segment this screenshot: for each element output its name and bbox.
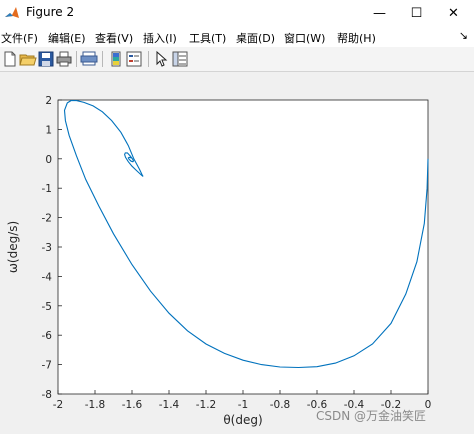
toolbar-separator <box>76 51 77 67</box>
minimize-button[interactable]: — <box>361 0 398 27</box>
new-file-icon[interactable] <box>1 50 19 68</box>
phase-plot: -2 -1.8 -1.6 -1.4 -1.2 -1 -0.8 -0.6 -0.4 -0.2 0 21… <box>6 95 431 427</box>
menu-file[interactable]: 文件(F) <box>1 30 38 46</box>
close-button[interactable]: ✕ <box>435 0 472 27</box>
menu-tools[interactable]: 工具(T) <box>189 30 226 46</box>
edit-plot-arrow-icon[interactable] <box>153 50 171 68</box>
menu-help[interactable]: 帮助(H) <box>337 30 376 46</box>
toolbar-separator <box>102 51 103 67</box>
menu-bar: 文件(F) 编辑(E) 查看(V) 插入(I) 工具(T) 桌面(D) 窗口(W… <box>0 27 474 47</box>
y-tick-label: 2 <box>45 95 52 107</box>
y-tick-label: -3 <box>42 242 52 254</box>
y-axis-label: ω(deg/s) <box>6 221 20 273</box>
menu-edit[interactable]: 编辑(E) <box>48 30 86 46</box>
toolbar-separator <box>148 51 149 67</box>
maximize-button[interactable]: ☐ <box>398 0 435 27</box>
plot-axes-box <box>57 99 429 395</box>
window-title: Figure 2 <box>26 5 75 19</box>
menu-window[interactable]: 窗口(W) <box>284 30 325 46</box>
y-tick-label: -5 <box>42 301 52 313</box>
property-inspector-icon[interactable] <box>171 50 189 68</box>
menu-insert[interactable]: 插入(I) <box>143 30 177 46</box>
open-folder-icon[interactable] <box>19 50 37 68</box>
y-tick-label: -4 <box>42 271 53 283</box>
print-preview-icon[interactable] <box>80 50 98 68</box>
x-tick-label: -1.4 <box>159 399 180 411</box>
save-icon[interactable] <box>37 50 55 68</box>
y-tick-label: 0 <box>45 154 52 166</box>
x-tick-label: -0.8 <box>270 399 291 411</box>
x-tick-label: -1 <box>238 399 248 411</box>
menu-desktop[interactable]: 桌面(D) <box>236 30 275 46</box>
dock-arrow-icon[interactable]: ↘ <box>459 29 468 42</box>
title-bar: Figure 2 — ☐ ✕ <box>0 0 474 27</box>
menu-view[interactable]: 查看(V) <box>95 30 133 46</box>
y-tick-label: -2 <box>42 213 52 225</box>
x-axis-label: θ(deg) <box>223 413 262 427</box>
y-tick-label: -6 <box>42 330 53 342</box>
colorbar-icon[interactable] <box>107 50 125 68</box>
legend-icon[interactable] <box>125 50 143 68</box>
close-icon: ✕ <box>448 6 459 21</box>
x-tick-label: -1.2 <box>196 399 217 411</box>
matlab-logo-icon <box>5 7 19 18</box>
toolbar <box>0 47 474 72</box>
y-tick-label: -7 <box>42 360 52 372</box>
minimize-icon: — <box>373 6 386 21</box>
maximize-icon: ☐ <box>410 6 423 21</box>
y-tick-label: -8 <box>42 389 52 401</box>
x-tick-label: -1.8 <box>85 399 106 411</box>
watermark: CSDN @万金油笑匠 <box>316 409 427 423</box>
y-tick-label: 1 <box>45 124 52 136</box>
y-tick-label: -1 <box>42 183 52 195</box>
print-icon[interactable] <box>55 50 73 68</box>
x-tick-label: -2 <box>53 399 63 411</box>
figure-canvas: -2 -1.8 -1.6 -1.4 -1.2 -1 -0.8 -0.6 -0.4 -0.2 0 21… <box>0 72 474 434</box>
x-tick-label: -1.6 <box>122 399 143 411</box>
